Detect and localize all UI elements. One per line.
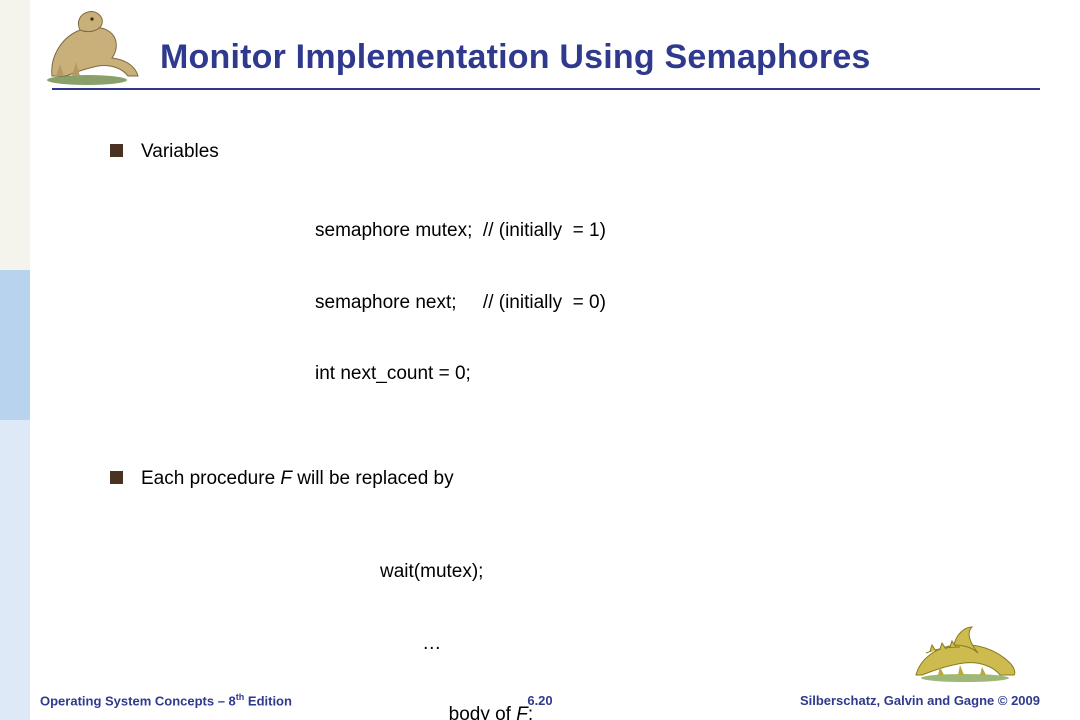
footer-sup: th — [236, 692, 245, 702]
text-fragment: Operating System Concepts – 8 — [40, 693, 236, 708]
slide: Monitor Implementation Using Semaphores … — [0, 0, 1080, 720]
bullet-square-icon — [110, 144, 123, 157]
footer-center: 6.20 — [527, 693, 552, 708]
title-rule — [52, 88, 1040, 90]
text-fragment: will be replaced by — [292, 468, 454, 489]
content-area: Variables semaphore mutex; // (initially… — [110, 140, 1010, 720]
side-strip — [0, 0, 30, 720]
bullet-item: Each procedure F will be replaced by — [110, 467, 1010, 491]
footer-left: Operating System Concepts – 8th Edition — [40, 692, 292, 708]
footer-right: Silberschatz, Galvin and Gagne © 2009 — [800, 693, 1040, 708]
italic-f: F — [280, 468, 292, 489]
text-fragment: Edition — [244, 693, 292, 708]
code-block-variables: semaphore mutex; // (initially = 1) sema… — [315, 172, 1010, 433]
slide-title: Monitor Implementation Using Semaphores — [160, 38, 871, 77]
side-band-top — [0, 0, 30, 270]
bullet-text: Each procedure F will be replaced by — [141, 467, 454, 491]
code-line: semaphore next; // (initially = 0) — [315, 291, 1010, 315]
code-line: wait(mutex); — [380, 560, 1010, 584]
bullet-text: Variables — [141, 140, 219, 164]
footer: Operating System Concepts – 8th Edition … — [40, 692, 1040, 708]
bullet-square-icon — [110, 471, 123, 484]
code-line: int next_count = 0; — [315, 362, 1010, 386]
bullet-item: Variables — [110, 140, 1010, 164]
text-fragment: Each procedure — [141, 468, 280, 489]
side-band-mid — [0, 270, 30, 420]
side-band-bot — [0, 420, 30, 720]
code-block-procedure: wait(mutex); … body of F; … if (next_cou… — [380, 513, 1010, 720]
dinosaur-header-icon — [32, 8, 142, 91]
dinosaur-footer-icon — [910, 623, 1020, 688]
code-line: semaphore mutex; // (initially = 1) — [315, 219, 1010, 243]
